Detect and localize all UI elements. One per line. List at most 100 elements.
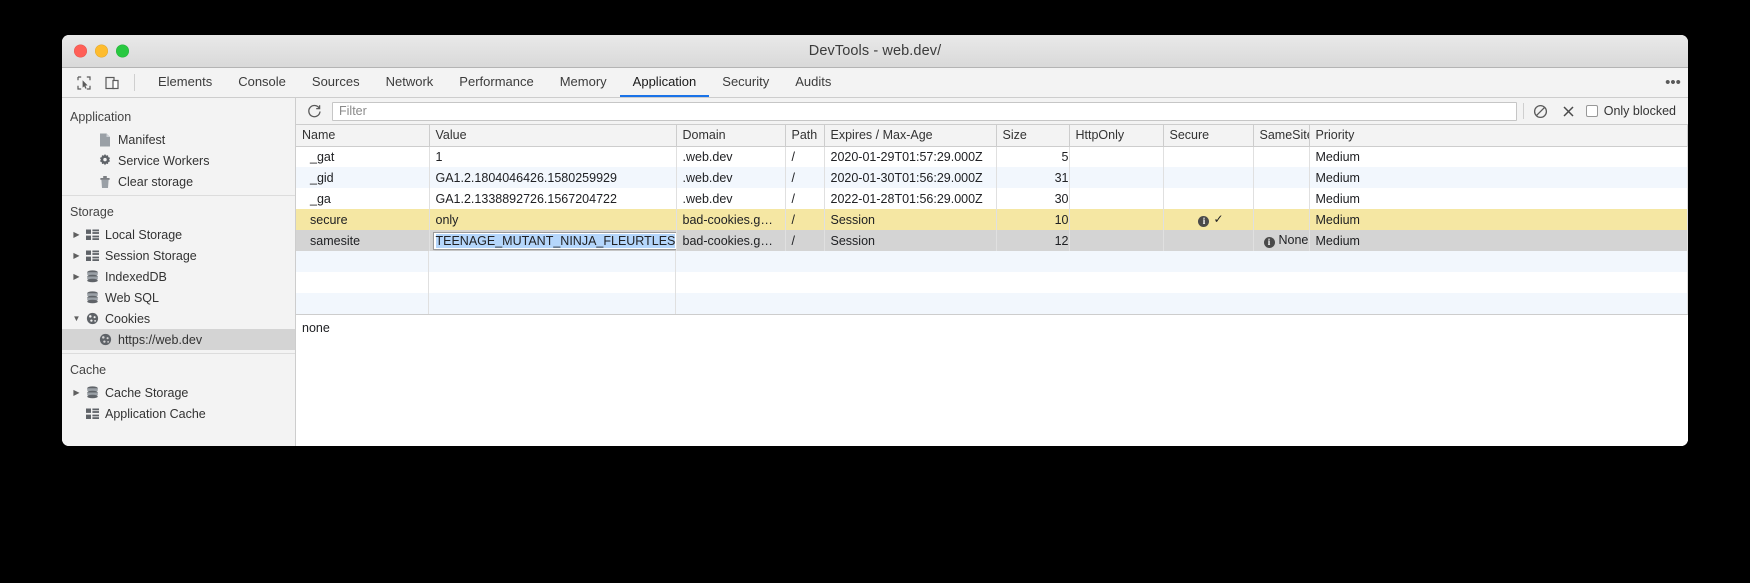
block-clear-icon[interactable] — [1530, 104, 1552, 119]
cell-httponly[interactable] — [1069, 230, 1164, 251]
tab-performance[interactable]: Performance — [446, 68, 546, 97]
cell-samesite[interactable]: i None — [1253, 230, 1310, 251]
sidebar-item-cookies[interactable]: ▼ Cookies — [62, 308, 295, 329]
cell-priority[interactable]: Medium — [1309, 209, 1688, 230]
cell-name[interactable]: _ga — [296, 188, 430, 209]
cell-samesite[interactable] — [1253, 209, 1310, 230]
close-x-icon[interactable] — [1558, 104, 1580, 119]
tab-application[interactable]: Application — [619, 68, 710, 97]
info-icon[interactable]: i — [1263, 237, 1275, 248]
cell-priority[interactable]: Medium — [1309, 230, 1688, 251]
table-row[interactable]: secure only bad-cookies.g… / Session 10 … — [296, 209, 1688, 230]
tab-memory[interactable]: Memory — [547, 68, 620, 97]
cell-expires[interactable]: Session — [824, 230, 997, 251]
cell-value[interactable]: GA1.2.1338892726.1567204722 — [429, 188, 677, 209]
info-icon[interactable]: i — [1198, 216, 1210, 227]
cell-value-editing[interactable]: TEENAGE_MUTANT_NINJA_FLEURTLES — [429, 230, 677, 251]
filter-input[interactable]: Filter — [332, 101, 1517, 121]
cell-domain[interactable]: bad-cookies.g… — [676, 230, 786, 251]
sidebar-item-indexeddb[interactable]: ▶ IndexedDB — [62, 266, 295, 287]
tab-sources[interactable]: Sources — [299, 68, 373, 97]
cell-size[interactable]: 31 — [996, 167, 1070, 188]
column-header-priority[interactable]: Priority — [1309, 125, 1688, 147]
table-row[interactable]: _gat 1 .web.dev / 2020-01-29T01:57:29.00… — [296, 146, 1688, 167]
inspect-element-icon[interactable] — [70, 68, 98, 97]
cell-samesite[interactable] — [1253, 146, 1310, 167]
cell-httponly[interactable] — [1069, 209, 1164, 230]
sidebar-item-application-cache[interactable]: ▶ Application Cache — [62, 403, 295, 424]
sidebar-item-manifest[interactable]: ▶ Manifest — [62, 129, 295, 150]
chevron-right-icon[interactable]: ▶ — [70, 251, 83, 260]
column-header-value[interactable]: Value — [429, 125, 677, 147]
value-edit-box[interactable]: TEENAGE_MUTANT_NINJA_FLEURTLES — [433, 232, 675, 249]
only-blocked-checkbox[interactable]: Only blocked — [1585, 104, 1682, 118]
sidebar-item-service-workers[interactable]: ▶ Service Workers — [62, 150, 295, 171]
cell-path[interactable]: / — [785, 209, 825, 230]
cell-size[interactable]: 10 — [996, 209, 1070, 230]
cell-size[interactable]: 12 — [996, 230, 1070, 251]
cell-secure[interactable] — [1163, 188, 1254, 209]
cell-domain[interactable]: .web.dev — [676, 167, 786, 188]
cell-domain[interactable]: bad-cookies.g… — [676, 209, 786, 230]
sidebar-item-cache-storage[interactable]: ▶ Cache Storage — [62, 382, 295, 403]
cell-priority[interactable]: Medium — [1309, 188, 1688, 209]
cell-secure[interactable]: i ✓ — [1163, 209, 1254, 230]
cell-path[interactable]: / — [785, 146, 825, 167]
cell-name[interactable]: _gat — [296, 146, 430, 167]
tab-elements[interactable]: Elements — [145, 68, 225, 97]
column-header-expires[interactable]: Expires / Max-Age — [824, 125, 997, 147]
column-header-size[interactable]: Size — [996, 125, 1070, 147]
sidebar-item-session-storage[interactable]: ▶ Session Storage — [62, 245, 295, 266]
cell-domain[interactable]: .web.dev — [676, 188, 786, 209]
table-row[interactable]: samesite TEENAGE_MUTANT_NINJA_FLEURTLES … — [296, 230, 1688, 251]
cell-size[interactable]: 5 — [996, 146, 1070, 167]
cell-value[interactable]: only — [429, 209, 677, 230]
cell-expires[interactable]: 2022-01-28T01:56:29.000Z — [824, 188, 997, 209]
table-row[interactable]: _gid GA1.2.1804046426.1580259929 .web.de… — [296, 167, 1688, 188]
cell-priority[interactable]: Medium — [1309, 146, 1688, 167]
cell-secure[interactable] — [1163, 146, 1254, 167]
cell-secure[interactable] — [1163, 230, 1254, 251]
chevron-right-icon[interactable]: ▶ — [70, 272, 83, 281]
chevron-down-icon[interactable]: ▼ — [70, 314, 83, 323]
cell-value[interactable]: GA1.2.1804046426.1580259929 — [429, 167, 677, 188]
cell-size[interactable]: 30 — [996, 188, 1070, 209]
tab-network[interactable]: Network — [373, 68, 447, 97]
tab-security[interactable]: Security — [709, 68, 782, 97]
checkbox-box[interactable] — [1585, 105, 1598, 117]
cell-expires[interactable]: 2020-01-29T01:57:29.000Z — [824, 146, 997, 167]
cell-domain[interactable]: .web.dev — [676, 146, 786, 167]
device-toolbar-icon[interactable] — [98, 68, 126, 97]
table-row[interactable]: _ga GA1.2.1338892726.1567204722 .web.dev… — [296, 188, 1688, 209]
cell-expires[interactable]: Session — [824, 209, 997, 230]
chevron-right-icon[interactable]: ▶ — [70, 230, 83, 239]
column-header-samesite[interactable]: SameSite — [1253, 125, 1310, 147]
kebab-menu-icon[interactable]: • • • — [1658, 68, 1688, 97]
cell-samesite[interactable] — [1253, 167, 1310, 188]
refresh-icon[interactable] — [302, 104, 326, 119]
column-header-httponly[interactable]: HttpOnly — [1069, 125, 1164, 147]
cell-name[interactable]: secure — [296, 209, 430, 230]
maximize-window-button[interactable] — [116, 44, 129, 58]
cell-httponly[interactable] — [1069, 146, 1164, 167]
cell-path[interactable]: / — [785, 188, 825, 209]
close-window-button[interactable] — [74, 44, 87, 58]
minimize-window-button[interactable] — [95, 44, 108, 58]
column-header-domain[interactable]: Domain — [676, 125, 786, 147]
sidebar-item-local-storage[interactable]: ▶ Local Storage — [62, 224, 295, 245]
column-header-path[interactable]: Path — [785, 125, 825, 147]
cell-secure[interactable] — [1163, 167, 1254, 188]
sidebar-item-cookies-web-dev[interactable]: ▶ https://web.dev — [62, 329, 295, 350]
column-header-secure[interactable]: Secure — [1163, 125, 1254, 147]
cell-name[interactable]: samesite — [296, 230, 430, 251]
cell-name[interactable]: _gid — [296, 167, 430, 188]
cell-samesite[interactable] — [1253, 188, 1310, 209]
cell-priority[interactable]: Medium — [1309, 167, 1688, 188]
cell-expires[interactable]: 2020-01-30T01:56:29.000Z — [824, 167, 997, 188]
chevron-right-icon[interactable]: ▶ — [70, 388, 83, 397]
cell-path[interactable]: / — [785, 230, 825, 251]
cell-value[interactable]: 1 — [429, 146, 677, 167]
sidebar-item-clear-storage[interactable]: ▶ Clear storage — [62, 171, 295, 192]
column-header-name[interactable]: Name — [296, 125, 430, 147]
cell-path[interactable]: / — [785, 167, 825, 188]
